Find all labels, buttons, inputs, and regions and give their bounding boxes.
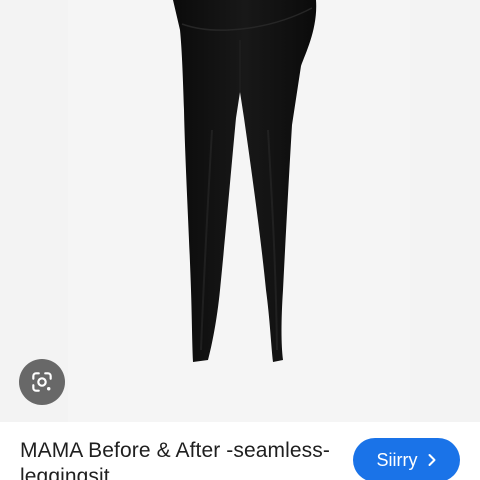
product-image-container[interactable]	[0, 0, 480, 422]
product-info-bar: MAMA Before & After -seamless-leggingsit…	[0, 422, 480, 480]
product-image[interactable]	[0, 0, 480, 422]
image-result-screen: MAMA Before & After -seamless-leggingsit…	[0, 0, 480, 480]
product-title[interactable]: MAMA Before & After -seamless-leggingsit	[20, 438, 340, 480]
visit-button[interactable]: Siirry	[353, 438, 460, 480]
google-lens-icon	[32, 372, 52, 392]
chevron-right-icon	[428, 454, 435, 466]
google-lens-button[interactable]	[19, 359, 65, 405]
visit-button-label: Siirry	[376, 450, 418, 470]
